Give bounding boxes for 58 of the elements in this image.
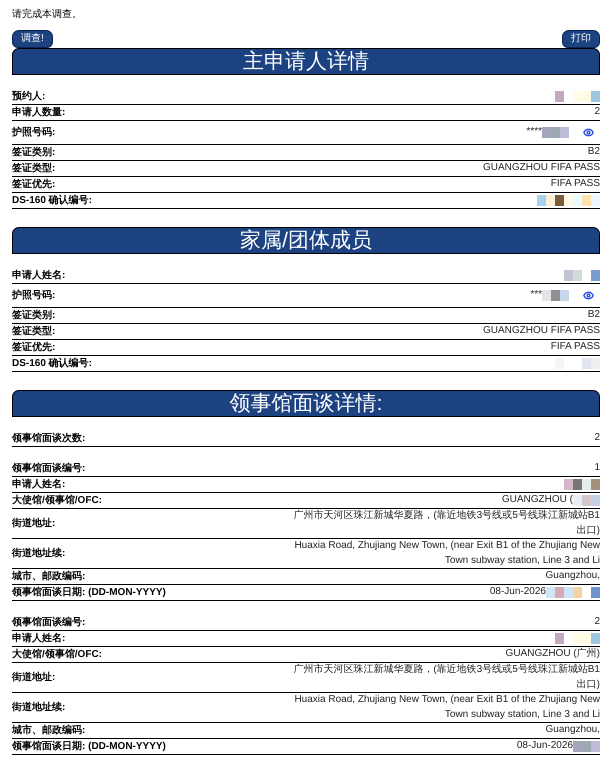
field-label: 护照号码: <box>12 288 56 303</box>
eye-icon[interactable] <box>583 127 594 138</box>
field-value: Huaxia Road, Zhujiang New Town, (near Exit B1 of the Zhujiang New Town subway station, Line 3 and Li <box>293 539 600 568</box>
field-label: 申请人数量: <box>12 106 66 120</box>
field-label: 领事馆面谈编号: <box>12 462 86 476</box>
field-value: 1 <box>594 461 600 476</box>
field-value: Guangzhou, <box>546 723 600 738</box>
field-label: 城市、邮政编码: <box>12 723 86 738</box>
field-label: 签证类型: <box>12 324 56 339</box>
field-value: FIFA PASS <box>550 340 600 354</box>
field-value: 08-Jun-2026 <box>516 739 573 754</box>
field-label: 大使馆/领事馆/OFC: <box>12 494 102 508</box>
field-value: FIFA PASS <box>550 177 600 192</box>
field-label: 签证类别: <box>12 146 56 160</box>
field-label: 领事馆面谈日期: (DD-MON-YYYY) <box>12 740 166 754</box>
field-label: 城市、邮政编码: <box>12 569 86 584</box>
field-value: GUANGZHOU ( <box>502 493 573 508</box>
field-value: B2 <box>588 145 600 160</box>
field-label: 街道地址续: <box>12 546 66 561</box>
field-label: 大使馆/领事馆/OFC: <box>12 648 102 662</box>
field-label: 签证优先: <box>12 178 56 192</box>
field-label: DS-160 确认编号: <box>12 356 92 371</box>
section-header: 主申请人详情 <box>12 48 600 75</box>
field-value: Huaxia Road, Zhujiang New Town, (near Exit B1 of the Zhujiang New Town subway station, Line 3 and Li <box>293 693 600 722</box>
field-label: 领事馆面谈次数: <box>12 432 86 446</box>
print-button[interactable]: 打印 <box>562 30 600 48</box>
field-label: 领事馆面谈编号: <box>12 616 86 630</box>
field-value: 广州市天河区珠江新城华夏路，(靠近地铁3号线或5号线珠江新城站B1出口) <box>292 509 600 538</box>
field-value: B2 <box>588 308 600 322</box>
section-header: 家属/团体成员 <box>12 227 600 254</box>
field-label: 申请人姓名: <box>12 478 66 492</box>
field-label: 街道地址: <box>12 670 56 685</box>
section-header: 领事馆面谈详情: <box>12 390 600 417</box>
intro-text: 请完成本调查。 <box>12 9 82 21</box>
field-value: GUANGZHOU (广州) <box>506 647 600 662</box>
field-label: 领事馆面谈日期: (DD-MON-YYYY) <box>12 586 166 600</box>
eye-icon[interactable] <box>583 290 594 301</box>
field-label: 街道地址续: <box>12 700 66 715</box>
field-value: 08-Jun-2026 <box>490 585 546 600</box>
field-value: **** <box>526 125 542 140</box>
field-value: 2 <box>594 105 600 120</box>
field-value: GUANGZHOU FIFA PASS <box>482 324 600 338</box>
field-value: *** <box>530 288 542 302</box>
field-label: 签证类别: <box>12 308 56 323</box>
field-label: 预约人: <box>12 90 46 104</box>
field-value: Guangzhou, <box>546 569 600 584</box>
field-label: 申请人姓名: <box>12 268 66 283</box>
field-value: 2 <box>594 431 600 446</box>
field-value: 2 <box>594 615 600 630</box>
field-label: 签证优先: <box>12 340 56 355</box>
field-label: DS-160 确认编号: <box>12 194 92 208</box>
field-label: 街道地址: <box>12 516 56 531</box>
survey-button[interactable]: 调查! <box>12 30 53 48</box>
field-value: 广州市天河区珠江新城华夏路，(靠近地铁3号线或5号线珠江新城站B1出口) <box>292 663 600 692</box>
field-label: 签证类型: <box>12 162 56 176</box>
field-label: 申请人姓名: <box>12 632 66 646</box>
field-value: GUANGZHOU FIFA PASS <box>482 161 600 176</box>
field-label: 护照号码: <box>12 125 56 140</box>
